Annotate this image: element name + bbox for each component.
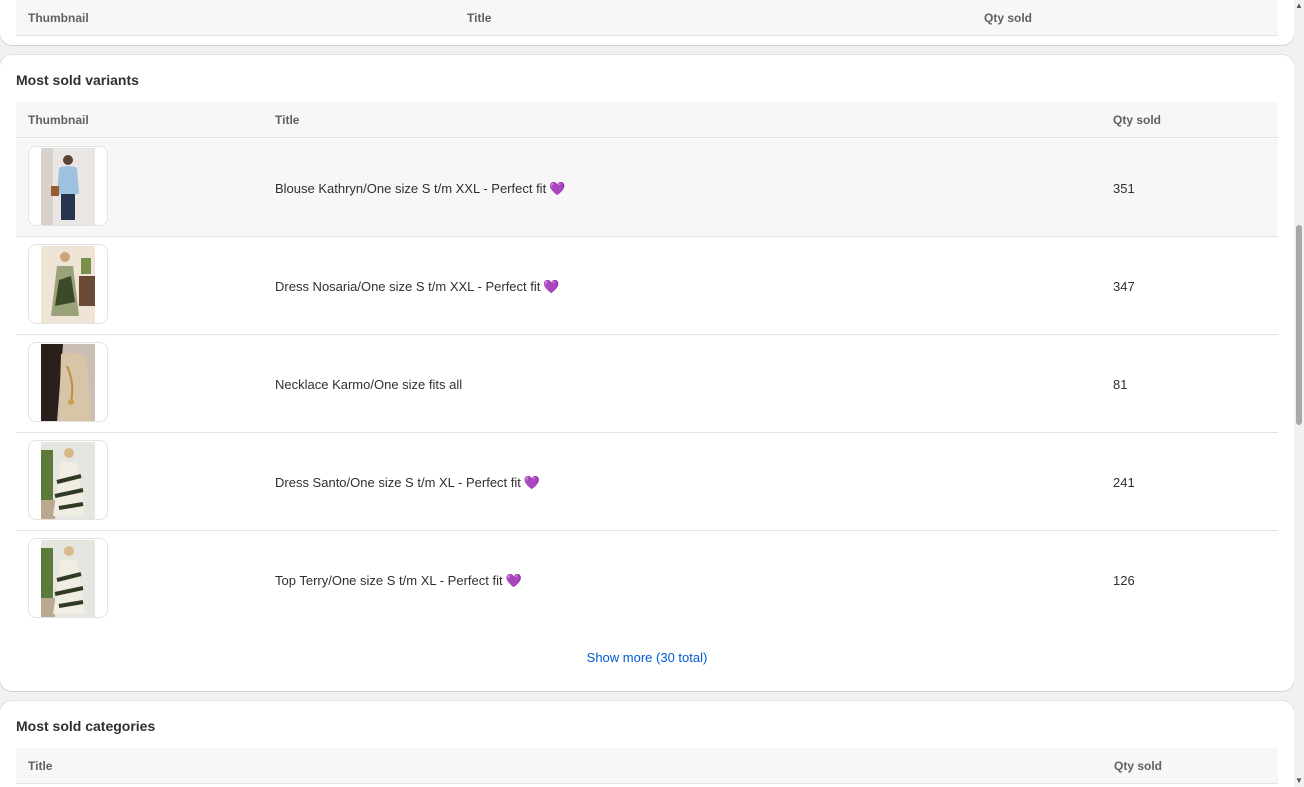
card-title: Most sold categories	[16, 718, 156, 734]
product-image	[41, 442, 95, 519]
qty-sold-value: 351	[1113, 181, 1135, 196]
product-image	[41, 344, 95, 421]
header-title[interactable]: Title	[467, 11, 491, 25]
scrollbar-thumb[interactable]	[1296, 225, 1302, 425]
qty-sold-value: 347	[1113, 279, 1135, 294]
product-image	[41, 246, 95, 323]
product-thumbnail[interactable]	[28, 146, 108, 226]
header-qty-sold[interactable]: Qty sold	[1113, 113, 1161, 127]
heart-icon: 💜	[505, 573, 522, 588]
variant-title[interactable]: Dress Santo/One size S t/m XL - Perfect …	[275, 475, 540, 491]
qty-sold-value: 241	[1113, 475, 1135, 490]
most-sold-variants-card: Most sold variants Thumbnail Title Qty s…	[0, 55, 1294, 691]
top-table-header: Thumbnail Title Qty sold	[16, 0, 1278, 36]
product-thumbnail[interactable]	[28, 538, 108, 618]
product-thumbnail[interactable]	[28, 244, 108, 324]
vertical-scrollbar[interactable]: ▲ ▼	[1294, 0, 1304, 787]
product-thumbnail[interactable]	[28, 342, 108, 422]
top-table-card: Thumbnail Title Qty sold	[0, 0, 1294, 45]
header-qty-sold[interactable]: Qty sold	[1114, 759, 1162, 773]
table-row[interactable]: Dress Nosaria/One size S t/m XXL - Perfe…	[16, 237, 1278, 335]
header-thumbnail[interactable]: Thumbnail	[28, 11, 89, 25]
scroll-down-icon[interactable]: ▼	[1295, 777, 1303, 785]
heart-icon: 💜	[549, 181, 566, 196]
header-title[interactable]: Title	[28, 759, 52, 773]
table-row[interactable]: Necklace Karmo/One size fits all 81	[16, 335, 1278, 433]
variant-title[interactable]: Blouse Kathryn/One size S t/m XXL - Perf…	[275, 181, 565, 197]
scroll-up-icon[interactable]: ▲	[1295, 2, 1303, 10]
variant-title[interactable]: Top Terry/One size S t/m XL - Perfect fi…	[275, 573, 522, 589]
qty-sold-value: 126	[1113, 573, 1135, 588]
header-qty-sold[interactable]: Qty sold	[984, 11, 1032, 25]
table-row[interactable]: Blouse Kathryn/One size S t/m XXL - Perf…	[16, 139, 1278, 237]
categories-table-header: Title Qty sold	[16, 748, 1278, 784]
variant-title[interactable]: Dress Nosaria/One size S t/m XXL - Perfe…	[275, 279, 560, 295]
table-row[interactable]: Dress Santo/One size S t/m XL - Perfect …	[16, 433, 1278, 531]
most-sold-categories-card: Most sold categories Title Qty sold	[0, 701, 1294, 787]
show-more-button[interactable]: Show more (30 total)	[0, 650, 1294, 665]
product-thumbnail[interactable]	[28, 440, 108, 520]
table-row[interactable]: Top Terry/One size S t/m XL - Perfect fi…	[16, 531, 1278, 629]
heart-icon: 💜	[543, 279, 560, 294]
header-title[interactable]: Title	[275, 113, 299, 127]
qty-sold-value: 81	[1113, 377, 1128, 392]
product-image	[41, 540, 95, 617]
variant-title[interactable]: Necklace Karmo/One size fits all	[275, 377, 465, 392]
header-thumbnail[interactable]: Thumbnail	[28, 113, 89, 127]
variants-table-header: Thumbnail Title Qty sold	[16, 102, 1278, 138]
page: Thumbnail Title Qty sold Most sold varia…	[0, 0, 1304, 787]
card-title: Most sold variants	[16, 72, 139, 88]
product-image	[41, 148, 95, 225]
heart-icon: 💜	[523, 475, 541, 490]
